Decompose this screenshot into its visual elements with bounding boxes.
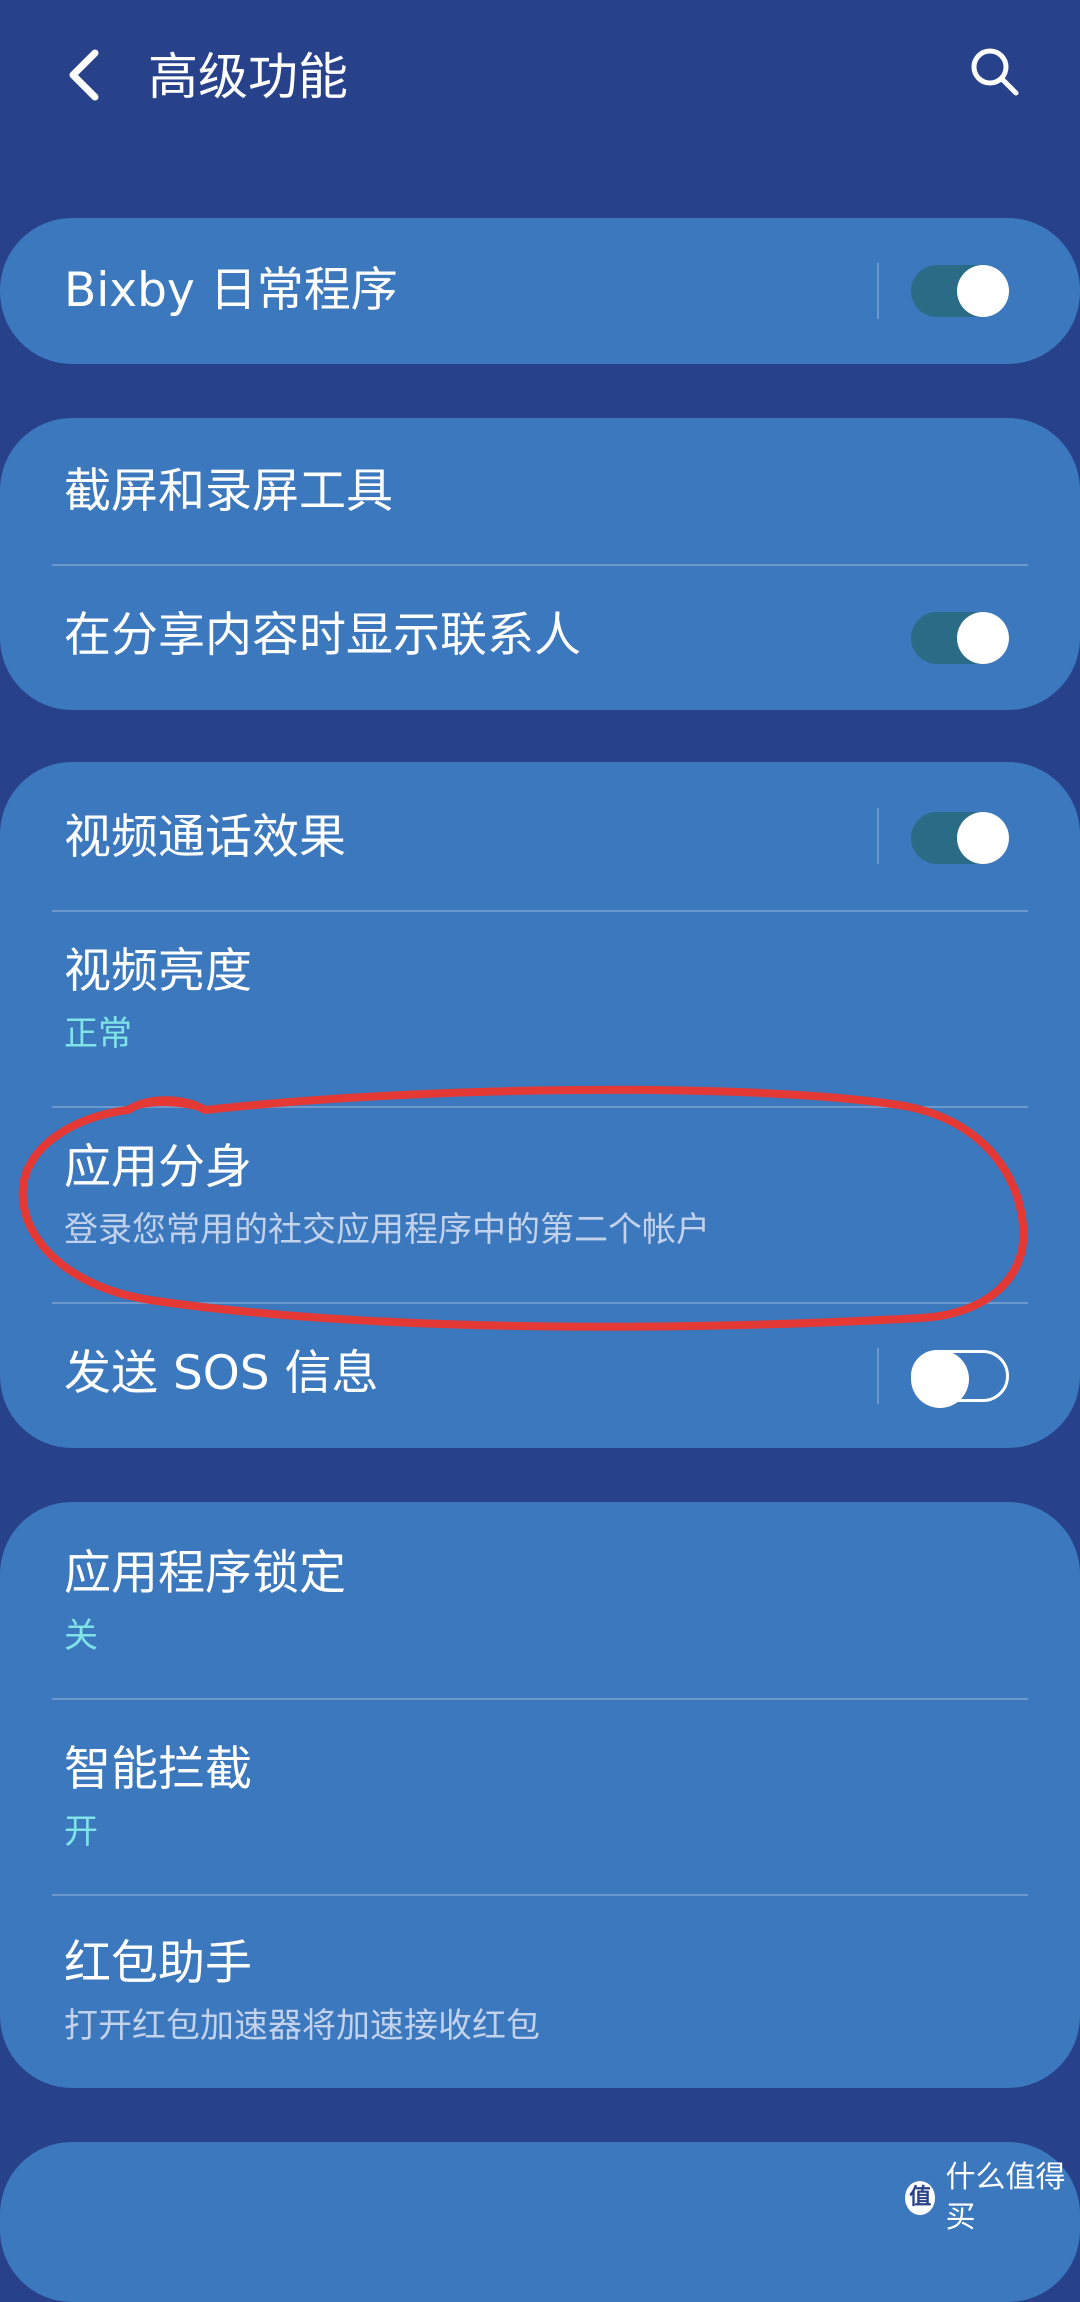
app-bar: 高级功能 <box>0 0 1080 150</box>
setting-label: 视频亮度 <box>64 944 252 999</box>
setting-value: 开 <box>64 1812 98 1852</box>
setting-value: 关 <box>64 1616 98 1656</box>
toggle-knob <box>911 1350 969 1408</box>
setting-row-smart-block[interactable]: 智能拦截 开 <box>0 1700 1080 1894</box>
settings-card-video: 视频通话效果 视频亮度 正常 应用分身 登录您常用的社交应用程序中的第二个帐户 … <box>0 762 1080 1448</box>
setting-label: 智能拦截 <box>64 1742 252 1797</box>
setting-row-bixby-routines[interactable]: Bixby 日常程序 <box>0 218 1080 364</box>
divider-vertical <box>877 808 879 864</box>
setting-description: 登录您常用的社交应用程序中的第二个帐户 <box>64 1210 710 1250</box>
settings-card-screenshots: 截屏和录屏工具 在分享内容时显示联系人 <box>0 418 1080 710</box>
setting-row-show-contacts-sharing[interactable]: 在分享内容时显示联系人 <box>0 566 1080 710</box>
setting-row-screenshot-tools[interactable]: 截屏和录屏工具 <box>0 418 1080 564</box>
toggle-knob <box>957 265 1009 317</box>
setting-row-video-brightness[interactable]: 视频亮度 正常 <box>0 912 1080 1106</box>
divider-vertical <box>877 263 879 319</box>
divider-vertical <box>877 1348 879 1404</box>
show-contacts-sharing-toggle[interactable] <box>911 612 1009 664</box>
setting-label: 视频通话效果 <box>64 810 346 865</box>
send-sos-toggle[interactable] <box>911 1350 1009 1408</box>
setting-row-video-call-effects[interactable]: 视频通话效果 <box>0 762 1080 910</box>
watermark-text: 什么值得买 <box>945 2160 1066 2235</box>
setting-label: 应用分身 <box>64 1140 252 1195</box>
setting-row-send-sos[interactable]: 发送 SOS 信息 <box>0 1304 1080 1448</box>
setting-label: 在分享内容时显示联系人 <box>64 608 581 663</box>
setting-label: Bixby 日常程序 <box>64 263 398 318</box>
settings-card-app-lock: 应用程序锁定 关 智能拦截 开 红包助手 打开红包加速器将加速接收红包 <box>0 1502 1080 2088</box>
setting-label: 发送 SOS 信息 <box>64 1346 379 1401</box>
bixby-routines-toggle[interactable] <box>911 265 1009 317</box>
setting-label: 截屏和录屏工具 <box>64 464 393 519</box>
back-button[interactable] <box>55 40 115 110</box>
setting-label: 红包助手 <box>64 1936 252 1991</box>
toggle-knob <box>957 612 1009 664</box>
setting-label: 应用程序锁定 <box>64 1546 346 1601</box>
video-call-effects-toggle[interactable] <box>911 812 1009 864</box>
page-title: 高级功能 <box>148 48 348 106</box>
setting-row-app-lock[interactable]: 应用程序锁定 关 <box>0 1502 1080 1698</box>
search-icon <box>971 48 1019 96</box>
settings-card-bixby: Bixby 日常程序 <box>0 218 1080 364</box>
setting-row-red-packet-assistant[interactable]: 红包助手 打开红包加速器将加速接收红包 <box>0 1896 1080 2088</box>
watermark: 值 什么值得买 <box>905 2158 1080 2238</box>
toggle-knob <box>957 812 1009 864</box>
setting-value: 正常 <box>64 1014 132 1054</box>
chevron-left-icon <box>69 49 99 101</box>
setting-row-dual-messenger[interactable]: 应用分身 登录您常用的社交应用程序中的第二个帐户 <box>0 1108 1080 1302</box>
search-button[interactable] <box>965 42 1025 102</box>
setting-description: 打开红包加速器将加速接收红包 <box>64 2006 540 2046</box>
